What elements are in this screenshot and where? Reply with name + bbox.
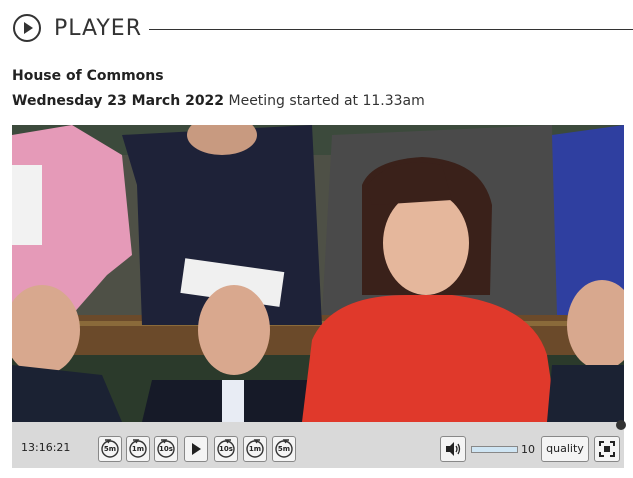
forward-10s-button[interactable]: 10s (214, 436, 238, 462)
forward-5m-button[interactable]: 5m (272, 436, 296, 462)
forward-10s-label: 10s (219, 445, 233, 453)
quality-button[interactable]: quality (541, 436, 589, 462)
progress-handle[interactable] (616, 420, 626, 430)
play-circle-icon (13, 14, 41, 42)
video-image (12, 125, 624, 422)
meeting-info: Wednesday 23 March 2022 Meeting started … (12, 93, 425, 109)
speaker-icon (446, 442, 461, 456)
play-icon (192, 443, 201, 455)
fullscreen-icon (599, 441, 615, 457)
rewind-1m-button[interactable]: 1m (126, 436, 150, 462)
fullscreen-button[interactable] (594, 436, 620, 462)
rewind-5m-button[interactable]: 5m (98, 436, 122, 462)
current-time: 13:16:21 (21, 441, 71, 454)
play-button[interactable] (184, 436, 208, 462)
meeting-date: Wednesday 23 March 2022 (12, 93, 225, 109)
rewind-10s-label: 10s (159, 445, 173, 453)
volume-level (472, 447, 517, 452)
player-header: PLAYER (13, 14, 633, 46)
player-title: PLAYER (54, 16, 142, 41)
header-rule (149, 29, 633, 30)
volume-button[interactable] (440, 436, 466, 462)
forward-5m-label: 5m (277, 445, 291, 453)
rewind-1m-label: 1m (131, 445, 145, 453)
house-name: House of Commons (12, 68, 164, 84)
rewind-10s-button[interactable]: 10s (154, 436, 178, 462)
meeting-start-time: Meeting started at 11.33am (228, 93, 425, 109)
rewind-5m-label: 5m (103, 445, 117, 453)
player-controls: 13:16:21 5m 1m 10s 10s 1m 5m 10 quality (12, 420, 626, 468)
video-frame[interactable] (12, 125, 624, 422)
volume-value: 10 (521, 443, 535, 456)
volume-slider[interactable] (471, 446, 518, 453)
forward-1m-button[interactable]: 1m (243, 436, 267, 462)
forward-1m-label: 1m (248, 445, 262, 453)
